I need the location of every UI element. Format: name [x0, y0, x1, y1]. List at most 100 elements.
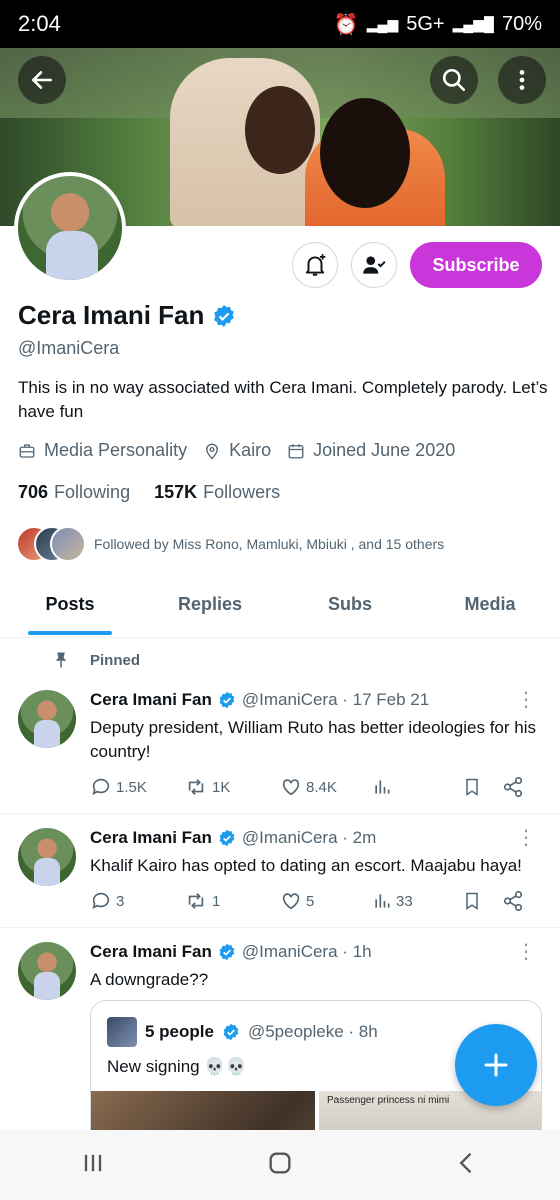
- retweet-button[interactable]: 1: [184, 890, 280, 912]
- followers-link[interactable]: 157K Followers: [154, 482, 280, 503]
- following-label: Following: [54, 482, 131, 502]
- quoted-author-name: 5 people: [145, 1022, 214, 1041]
- tweet-avatar[interactable]: [18, 828, 76, 886]
- views-button[interactable]: [372, 777, 462, 797]
- quoted-tweet-header: 5 people @5peopleke · 8h: [107, 1017, 378, 1047]
- arrow-left-icon: [31, 71, 52, 89]
- profile-bio: This is in no way associated with Cera I…: [18, 378, 548, 421]
- home-icon: [269, 1152, 291, 1173]
- reply-count: 3: [116, 892, 125, 910]
- share-button[interactable]: [502, 776, 524, 798]
- tweet[interactable]: Cera Imani Fan @ImaniCera · 17 Feb 21 ⋮ …: [0, 676, 560, 814]
- tab-replies[interactable]: Replies: [140, 580, 280, 637]
- tab-media[interactable]: Media: [420, 580, 560, 637]
- tweet-header: Cera Imani Fan @ImaniCera · 1h: [90, 942, 372, 962]
- followed-by-row[interactable]: Followed by Miss Rono, Mamluki, Mbiuki ,…: [16, 526, 444, 562]
- tweet-more-button[interactable]: ⋮: [516, 942, 536, 962]
- heart-icon: [282, 893, 300, 910]
- verified-badge-icon: [219, 691, 235, 709]
- tweet-actions: 1.5K 1K 8.4K: [90, 776, 540, 798]
- following-button[interactable]: [351, 242, 397, 288]
- quoted-handle-time: @5peopleke · 8h: [247, 1022, 378, 1041]
- tab-subs[interactable]: Subs: [280, 580, 420, 637]
- recent-apps-icon: [85, 1154, 102, 1171]
- alarm-icon: ⏰: [333, 13, 359, 36]
- home-button[interactable]: [266, 1149, 294, 1182]
- more-options-button[interactable]: [498, 56, 546, 104]
- bookmark-button[interactable]: [462, 776, 502, 798]
- bookmark-icon: [466, 892, 478, 910]
- profile-name-row: Cera Imani Fan: [18, 300, 236, 331]
- profile-handle: @ImaniCera: [18, 338, 120, 358]
- reply-icon: [92, 778, 110, 795]
- tweet-handle-time: @ImaniCera · 17 Feb 21: [241, 690, 430, 709]
- share-button[interactable]: [502, 890, 524, 912]
- reply-button[interactable]: 3: [90, 890, 184, 912]
- retweet-button[interactable]: 1K: [184, 776, 280, 798]
- tweet-more-button[interactable]: ⋮: [516, 828, 536, 848]
- tweet-avatar[interactable]: [18, 942, 76, 1000]
- share-icon: [503, 891, 523, 911]
- followers-label: Followers: [203, 482, 281, 502]
- follower-avatars: [16, 526, 86, 562]
- verified-badge-icon: [219, 943, 235, 961]
- tweet-author-name[interactable]: Cera Imani Fan: [90, 942, 212, 962]
- verified-badge-icon: [214, 304, 235, 327]
- reply-button[interactable]: 1.5K: [90, 776, 184, 798]
- bookmark-button[interactable]: [462, 890, 502, 912]
- status-icons: ⏰ ▂▄▆ 5G+ ▂▄▆█ 70%: [334, 12, 542, 37]
- chevron-left-icon: [459, 1152, 471, 1173]
- more-vertical-icon: [519, 70, 525, 90]
- pin-icon: [55, 652, 67, 668]
- tweet-more-button[interactable]: ⋮: [516, 690, 536, 710]
- network-type: 5G+: [406, 12, 445, 35]
- battery-level: 70%: [501, 12, 542, 35]
- profile-avatar[interactable]: [14, 172, 126, 284]
- reply-count: 1.5K: [116, 778, 147, 796]
- views-button[interactable]: 33: [372, 891, 462, 911]
- profile-tabs: Posts Replies Subs Media: [0, 580, 560, 638]
- subscribe-button[interactable]: Subscribe: [410, 242, 542, 288]
- followed-by-text: Followed by Miss Rono, Mamluki, Mbiuki ,…: [94, 536, 445, 552]
- tweet-header: Cera Imani Fan @ImaniCera · 2m: [90, 828, 376, 848]
- follow-stats: 706 Following 157K Followers: [18, 482, 280, 503]
- like-button[interactable]: 8.4K: [280, 776, 372, 798]
- verified-badge-icon: [219, 829, 235, 847]
- back-button[interactable]: [18, 56, 66, 104]
- retweet-count: 1K: [212, 778, 231, 796]
- system-back-button[interactable]: [453, 1149, 481, 1182]
- joined-label: Joined June 2020: [313, 440, 456, 460]
- following-link[interactable]: 706 Following: [18, 482, 130, 503]
- heart-icon: [282, 779, 300, 796]
- calendar-icon: [288, 443, 304, 458]
- like-count: 8.4K: [306, 778, 337, 796]
- tweet-author-name[interactable]: Cera Imani Fan: [90, 828, 212, 848]
- tweet-author-name[interactable]: Cera Imani Fan: [90, 690, 212, 710]
- retweet-icon: [188, 893, 204, 909]
- like-button[interactable]: 5: [280, 890, 372, 912]
- person-check-icon: [363, 256, 386, 274]
- tweet-actions: 3 1 5 33: [90, 890, 540, 912]
- tweet-text: Khalif Kairo has opted to dating an esco…: [90, 856, 522, 875]
- location-pin-icon: [206, 443, 219, 459]
- compose-button[interactable]: [455, 1024, 537, 1106]
- briefcase-icon: [19, 443, 35, 458]
- bookmark-icon: [466, 778, 478, 796]
- pinned-label: Pinned: [90, 651, 141, 669]
- tweet-handle-time: @ImaniCera · 1h: [241, 942, 372, 961]
- category-item: Media Personality: [18, 440, 187, 461]
- tweet-text: Deputy president, William Ruto has bette…: [90, 718, 536, 761]
- notifications-button[interactable]: [292, 242, 338, 288]
- status-time: 2:04: [18, 11, 61, 36]
- tweet-header: Cera Imani Fan @ImaniCera · 17 Feb 21: [90, 690, 429, 710]
- tweet[interactable]: Cera Imani Fan @ImaniCera · 2m ⋮ Khalif …: [0, 814, 560, 928]
- recent-apps-button[interactable]: [79, 1149, 107, 1182]
- retweet-icon: [188, 779, 204, 795]
- bar-chart-icon: [375, 894, 390, 908]
- search-button[interactable]: [430, 56, 478, 104]
- category-label: Media Personality: [44, 440, 188, 460]
- tab-posts[interactable]: Posts: [0, 580, 140, 637]
- location-item: Kairo: [203, 440, 271, 461]
- signal-icon: ▂▄▆: [366, 15, 399, 32]
- tweet-avatar[interactable]: [18, 690, 76, 748]
